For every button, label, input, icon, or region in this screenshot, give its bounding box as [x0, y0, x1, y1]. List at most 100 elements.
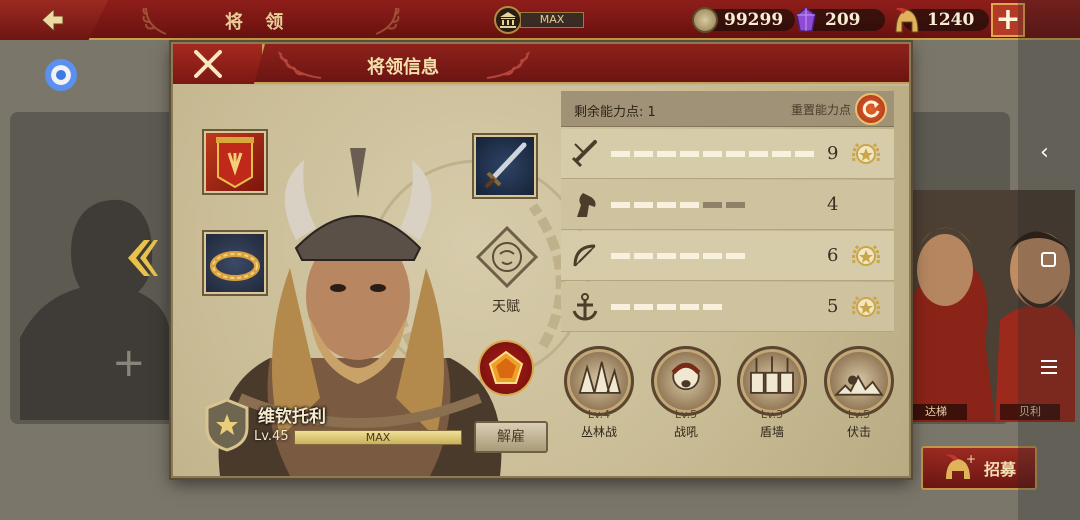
skill-badge[interactable] — [564, 346, 634, 416]
skill-name: 伏击 — [846, 425, 871, 439]
remaining-points-label: 剩余能力点: 1 — [574, 105, 656, 120]
temple-icon — [494, 6, 522, 34]
stat-bar — [611, 253, 745, 259]
horse-icon — [577, 193, 596, 217]
stat-bar-segment — [634, 202, 653, 208]
coin-counter[interactable]: 99299 — [692, 6, 796, 34]
stat-bar-segment — [703, 202, 722, 208]
close-button[interactable] — [173, 44, 265, 84]
stat-bar — [611, 151, 814, 157]
page-title: 将 领 — [225, 12, 292, 33]
skill-level: Lv.3 — [760, 408, 784, 421]
building-max-label: MAX — [520, 12, 584, 28]
bow-icon — [573, 244, 596, 267]
stat-bar-segment — [703, 151, 722, 157]
skill-name: 战吼 — [673, 425, 698, 439]
stat-bar-segment — [726, 202, 745, 208]
stat-bar — [611, 202, 745, 208]
back-button[interactable] — [0, 0, 108, 40]
stat-bar-segment — [680, 151, 699, 157]
shield-wall-icon — [750, 356, 794, 394]
recruit-helmet-icon: + — [945, 453, 976, 479]
max-laurel-icon — [852, 245, 880, 266]
ambush-icon — [833, 374, 884, 396]
stat-bar-segment — [657, 304, 676, 310]
hero-card-name-left: 达梯 — [905, 404, 967, 420]
rank-shield-icon — [205, 398, 249, 452]
hero-level: Lv.45 — [254, 429, 289, 444]
refresh-icon — [862, 100, 880, 118]
stat-bar-segment — [680, 253, 699, 259]
building-level-indicator[interactable]: MAX — [494, 6, 584, 34]
stat-bar-segment — [726, 253, 745, 259]
helmet-counter[interactable]: 1240 — [893, 6, 989, 34]
skill-level: Lv.4 — [587, 408, 611, 421]
skill-name: 盾墙 — [759, 425, 784, 439]
stat-bar-segment — [611, 202, 630, 208]
back-arrow-icon — [41, 7, 64, 33]
stat-value: 4 — [827, 194, 839, 215]
hero-exp-label: MAX — [365, 431, 391, 444]
stat-row: 9 — [561, 129, 894, 179]
top-bar: 将 领 MAX 99299 209 1240 + — [0, 0, 1080, 40]
stat-bar-segment — [703, 253, 722, 259]
hero-name: 维钦托利 — [258, 407, 326, 427]
stat-bar-segment — [634, 253, 653, 259]
anchor-icon — [572, 293, 598, 321]
stat-bar-segment — [680, 202, 699, 208]
skill-badge[interactable] — [737, 346, 807, 416]
stat-bar-segment — [657, 202, 676, 208]
sword-icon — [571, 140, 597, 168]
stat-bar-segment — [680, 304, 699, 310]
stat-value: 9 — [827, 143, 839, 164]
stat-bar-segment — [726, 151, 745, 157]
stat-bar-segment — [657, 253, 676, 259]
max-laurel-icon — [852, 143, 880, 164]
stat-bar-segment — [611, 304, 630, 310]
stat-bar-segment — [634, 304, 653, 310]
skill-name: 丛林战 — [580, 425, 617, 439]
laurel-decor-icon — [278, 51, 322, 79]
stat-bar-segment — [795, 151, 814, 157]
stat-value: 5 — [827, 296, 839, 317]
locked-hero-silhouette — [20, 199, 170, 420]
stat-bar-segment — [611, 151, 630, 157]
system-back-icon[interactable]: ‹ — [1040, 140, 1049, 165]
stat-bar-segment — [749, 151, 768, 157]
laurel-decor-icon — [142, 7, 167, 35]
stat-row: 4 — [561, 180, 894, 230]
forest-icon — [578, 361, 622, 394]
stat-value: 6 — [827, 245, 839, 266]
empty-slot-plus-icon[interactable]: + — [112, 340, 146, 386]
stat-bar-segment — [634, 151, 653, 157]
stat-bar — [611, 304, 722, 310]
dialog-header: 将领信息 — [173, 44, 909, 84]
prev-hero-arrow-icon[interactable] — [124, 236, 158, 280]
max-laurel-icon — [852, 296, 880, 317]
stat-row: 5 — [561, 282, 894, 332]
stat-bar-segment — [657, 151, 676, 157]
skill-badge[interactable] — [824, 346, 894, 416]
stat-bar-segment — [611, 253, 630, 259]
skill-level: Lv.5 — [847, 408, 871, 421]
talent-label: 天赋 — [492, 299, 520, 315]
laurel-decor-icon — [486, 51, 530, 79]
skill-badge[interactable] — [651, 346, 721, 416]
laurel-decor-icon — [375, 7, 400, 35]
purple-gem-icon — [796, 7, 816, 32]
gem-socket-button[interactable] — [478, 340, 534, 396]
system-home-icon[interactable] — [1041, 252, 1056, 267]
coin-icon — [692, 7, 718, 33]
system-menu-icon[interactable] — [1041, 360, 1057, 378]
hero-exp-bar: MAX — [294, 430, 462, 445]
reset-points-label: 重置能力点 — [791, 103, 852, 117]
stat-row: 6 — [561, 231, 894, 281]
warcry-icon — [671, 362, 701, 391]
pentagon-gem-icon — [488, 350, 524, 384]
reset-points-button[interactable] — [855, 93, 887, 125]
dismiss-button[interactable]: 解雇 — [474, 421, 548, 453]
talent-lion-icon[interactable] — [476, 226, 538, 288]
floating-assist-icon[interactable] — [45, 59, 77, 91]
gem-counter[interactable]: 209 — [795, 6, 885, 34]
recruit-label: 招募 — [983, 460, 1016, 479]
